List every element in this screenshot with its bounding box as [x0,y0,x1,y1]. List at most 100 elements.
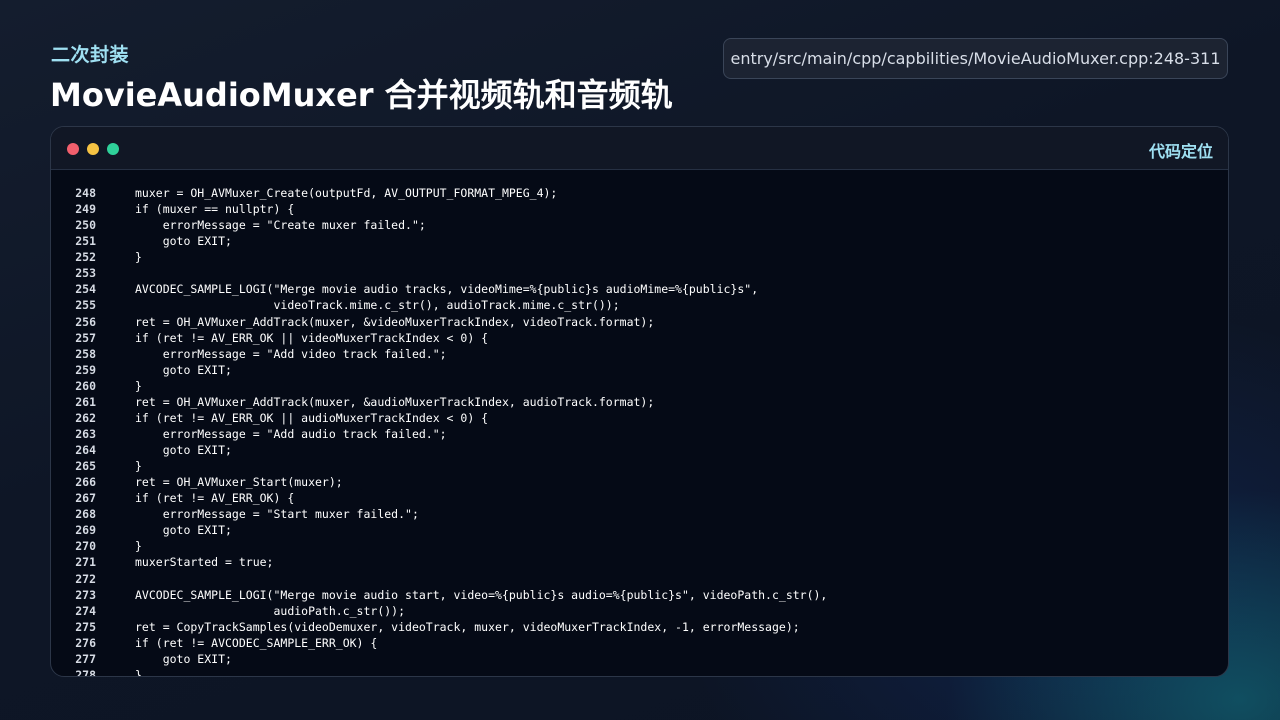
code-text: goto EXIT; [135,443,232,457]
code-line: 248 muxer = OH_AVMuxer_Create(outputFd, A… [51,185,1228,201]
code-line: 261 ret = OH_AVMuxer_AddTrack(muxer, &aud… [51,394,1228,410]
code-text: } [135,667,142,677]
code-line: 278} [51,667,1228,677]
code-line: 276 if (ret != AVCODEC_SAMPLE_ERR_OK) { [51,635,1228,651]
code-text: } [135,250,142,265]
code-text: AVCODEC_SAMPLE_LOGI("Merge movie audio t… [135,282,759,297]
code-text: goto EXIT; [135,523,232,538]
line-number: 268 [75,507,96,522]
code-body[interactable]: 248 muxer = OH_AVMuxer_Create(outputFd, A… [51,185,1228,676]
line-number: 251 [75,234,96,249]
code-line: 271 muxerStarted = true; [51,554,1228,570]
line-number: 263 [75,426,96,441]
line-number: 270 [75,539,96,554]
code-text: audioPath.c_str()); [135,603,406,618]
code-line: 265} [51,458,1228,474]
line-number: 273 [75,587,96,602]
line-number: 275 [75,619,96,634]
line-number: 261 [75,394,96,409]
code-line: 263 errorMessage = "Add audio track fail… [51,426,1228,442]
line-number: 278 [75,667,96,677]
line-number: 249 [75,202,96,217]
code-text: } [135,459,142,474]
code-line: 254 AVCODEC_SAMPLE_LOGI("Merge movie audi… [51,281,1228,297]
line-number: 269 [75,523,96,538]
code-text: ret = OH_AVMuxer_AddTrack(muxer, &audioM… [135,394,655,409]
code-line: 249 if (muxer == nullptr) { [51,201,1228,217]
code-line: 260} [51,378,1228,394]
line-number: 252 [75,250,96,265]
code-line: 256 ret = OH_AVMuxer_AddTrack(muxer, &vid… [51,314,1228,330]
line-number: 253 [75,266,96,281]
code-line: 258 errorMessage = "Add video track fail… [51,346,1228,362]
line-number: 250 [75,218,96,233]
line-number: 248 [75,186,96,200]
code-text: AVCODEC_SAMPLE_LOGI("Merge movie audio s… [135,587,828,602]
code-text: if (ret != AV_ERR_OK) { [135,491,295,506]
line-number: 272 [75,571,96,586]
line-number: 256 [75,314,96,329]
code-line: 266 ret = OH_AVMuxer_Start(muxer); [51,474,1228,490]
code-text: goto EXIT; [135,234,232,249]
line-number: 266 [75,475,96,490]
code-text: ret = OH_AVMuxer_AddTrack(muxer, &videoM… [135,314,655,329]
code-line: 273 AVCODEC_SAMPLE_LOGI("Merge movie audi… [51,587,1228,603]
code-line: 268 errorMessage = "Start muxer failed."… [51,506,1228,522]
page-title: MovieAudioMuxer 合并视频轨和音频轨 [50,76,673,114]
code-window: 代码定位 248 muxer = OH_AVMuxer_Create(output… [50,126,1229,677]
line-number: 277 [75,651,96,666]
code-text: goto EXIT; [135,362,232,377]
line-number: 260 [75,378,96,393]
code-text: errorMessage = "Start muxer failed."; [135,507,419,522]
code-line: 272 [51,571,1228,587]
code-line: 252} [51,249,1228,265]
code-line: 277 goto EXIT; [51,651,1228,667]
code-text: } [135,378,142,393]
close-dot-icon[interactable] [67,143,79,155]
code-text: goto EXIT; [135,651,232,666]
code-line: 270} [51,538,1228,554]
code-text: videoTrack.mime.c_str(), audioTrack.mime… [135,298,620,313]
line-number: 265 [75,459,96,474]
section-eyebrow: 二次封装 [51,44,130,66]
code-line: 269 goto EXIT; [51,522,1228,538]
line-number: 254 [75,282,96,297]
code-line: 262 if (ret != AV_ERR_OK || audioMuxerTra… [51,410,1228,426]
code-text: } [135,539,142,554]
line-number: 255 [75,298,96,313]
line-number: 271 [75,555,96,570]
code-line: 253 [51,265,1228,281]
code-text: muxer = OH_AVMuxer_Create(outputFd, AV_O… [135,186,558,200]
code-line: 251 goto EXIT; [51,233,1228,249]
code-window-label: 代码定位 [1148,142,1213,161]
minimize-dot-icon[interactable] [87,143,99,155]
code-window-titlebar: 代码定位 [51,127,1228,170]
code-text: ret = OH_AVMuxer_Start(muxer); [135,475,343,490]
line-number: 274 [75,603,96,618]
code-text: if (ret != AVCODEC_SAMPLE_ERR_OK) { [135,635,378,650]
code-text: ret = CopyTrackSamples(videoDemuxer, vid… [135,619,800,634]
code-line: 255 videoTrack.mime.c_str(), audioTrack.… [51,297,1228,313]
line-number: 258 [75,346,96,361]
line-number: 259 [75,362,96,377]
code-line: 257 if (ret != AV_ERR_OK || videoMuxerTra… [51,330,1228,346]
maximize-dot-icon[interactable] [107,143,119,155]
code-line: 250 errorMessage = "Create muxer failed.… [51,217,1228,233]
code-line: 267 if (ret != AV_ERR_OK) { [51,490,1228,506]
code-text: errorMessage = "Add video track failed."… [135,346,447,361]
code-line: 275 ret = CopyTrackSamples(videoDemuxer, … [51,619,1228,635]
code-line: 259 goto EXIT; [51,362,1228,378]
line-number: 276 [75,635,96,650]
code-text: errorMessage = "Add audio track failed."… [135,426,447,441]
code-line: 264 goto EXIT; [51,442,1228,458]
line-number: 267 [75,491,96,506]
line-number: 262 [75,410,96,425]
code-text: muxerStarted = true; [135,555,274,570]
line-number: 264 [75,443,96,457]
code-text: if (ret != AV_ERR_OK || videoMuxerTrackI… [135,330,489,345]
code-text: errorMessage = "Create muxer failed."; [135,218,426,233]
file-path-badge: entry/src/main/cpp/capbilities/MovieAudi… [723,38,1228,79]
code-text: if (ret != AV_ERR_OK || audioMuxerTrackI… [135,410,489,425]
